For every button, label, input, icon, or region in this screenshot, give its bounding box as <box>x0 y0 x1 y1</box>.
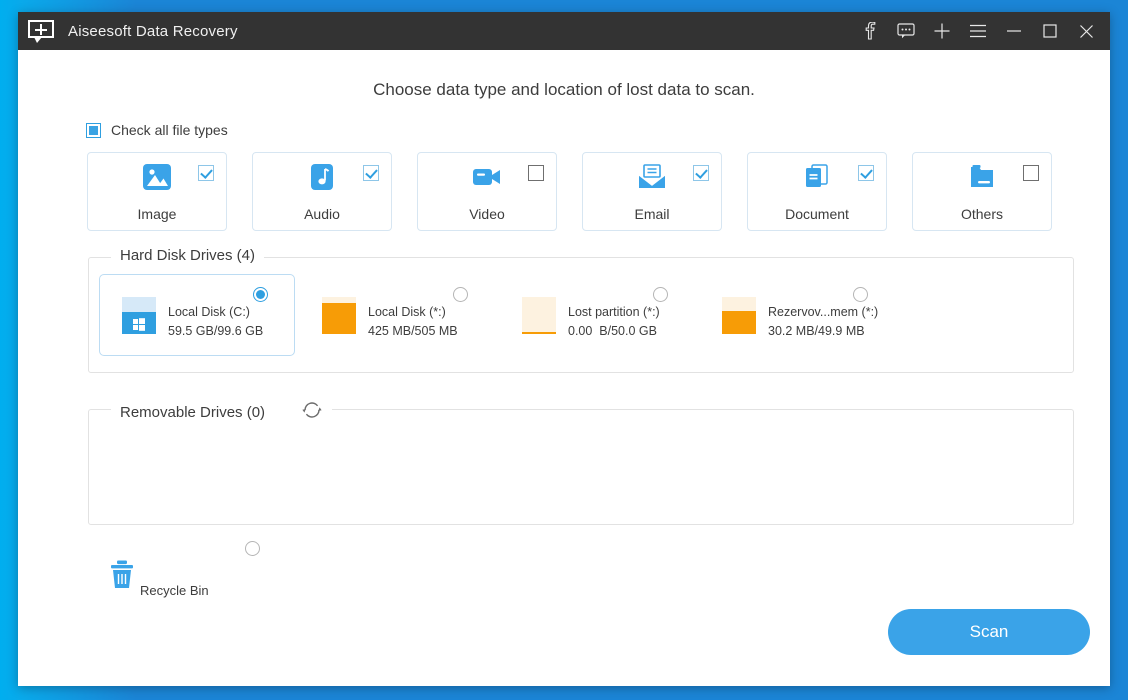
drive-size: 0.00 B/50.0 GB <box>568 324 657 338</box>
removable-drive-list <box>89 410 1073 524</box>
recycle-bin-radio[interactable] <box>245 541 260 556</box>
removable-drives-section: Removable Drives (0) <box>88 399 1074 525</box>
page-title: Choose data type and location of lost da… <box>373 80 755 99</box>
maximize-button[interactable] <box>1032 12 1068 50</box>
file-type-card-document[interactable]: Document <box>747 152 887 231</box>
scan-button[interactable]: Scan <box>888 609 1090 655</box>
window-controls <box>852 12 1110 50</box>
drive-size: 425 MB/505 MB <box>368 324 458 338</box>
hard-disk-drive-list: Local Disk (C:) 59.5 GB/99.6 GB Local Di… <box>89 258 1073 372</box>
drive-name: Local Disk (C:) <box>168 305 250 319</box>
minimize-button[interactable] <box>996 12 1032 50</box>
file-type-checkbox-video[interactable] <box>528 165 544 181</box>
title-bar: Aiseesoft Data Recovery <box>18 12 1110 50</box>
file-type-checkbox-audio[interactable] <box>363 165 379 181</box>
drive-name: Lost partition (*:) <box>568 305 660 319</box>
drive-size: 59.5 GB/99.6 GB <box>168 324 264 338</box>
drive-radio[interactable] <box>853 287 868 302</box>
document-icon <box>800 162 834 194</box>
file-type-card-video[interactable]: Video <box>417 152 557 231</box>
recycle-bin-icon <box>108 559 136 596</box>
audio-icon <box>305 162 339 194</box>
drive-name: Local Disk (*:) <box>368 305 446 319</box>
file-type-card-image[interactable]: Image <box>87 152 227 231</box>
drive-name: Rezervov...mem (*:) <box>768 305 879 319</box>
speech-bubble-plus-icon <box>28 20 56 43</box>
drive-info: Local Disk (C:) 59.5 GB/99.6 GB <box>168 289 263 341</box>
drive-radio[interactable] <box>653 287 668 302</box>
check-all-checkbox[interactable] <box>86 122 101 138</box>
removable-drives-label: Removable Drives (0) <box>120 403 266 421</box>
file-type-card-email[interactable]: Email <box>582 152 722 231</box>
drive-info: Lost partition (*:) 0.00 B/50.0 GB <box>568 289 660 341</box>
file-type-label: Others <box>960 206 1003 222</box>
drive-item[interactable]: Lost partition (*:) 0.00 B/50.0 GB <box>499 274 695 356</box>
email-icon <box>635 162 669 194</box>
recycle-bin-label: Recycle Bin <box>140 583 209 598</box>
file-type-label: Document <box>785 206 849 222</box>
close-button[interactable] <box>1068 12 1104 50</box>
main-content: Choose data type and location of lost da… <box>18 50 1110 686</box>
drive-item[interactable]: Local Disk (*:) 425 MB/505 MB <box>299 274 495 356</box>
removable-drives-legend: Removable Drives (0) <box>111 399 333 425</box>
menu-button[interactable] <box>960 12 996 50</box>
drive-icon <box>722 293 756 338</box>
file-type-checkbox-document[interactable] <box>858 165 874 181</box>
drive-size: 30.2 MB/49.9 MB <box>768 324 865 338</box>
drive-radio[interactable] <box>453 287 468 302</box>
drive-item[interactable]: Local Disk (C:) 59.5 GB/99.6 GB <box>99 274 295 356</box>
app-window: Aiseesoft Data Recovery Choose data type… <box>18 12 1110 686</box>
drive-info: Local Disk (*:) 425 MB/505 MB <box>368 289 458 341</box>
drive-radio[interactable] <box>253 287 268 302</box>
file-type-card-audio[interactable]: Audio <box>252 152 392 231</box>
drive-icon <box>322 293 356 338</box>
image-icon <box>140 162 174 194</box>
app-title: Aiseesoft Data Recovery <box>68 22 238 40</box>
feedback-button[interactable] <box>888 12 924 50</box>
refresh-icon[interactable] <box>301 399 323 425</box>
file-type-list: Image Audio Video Email Document Others <box>87 152 1110 231</box>
facebook-button[interactable] <box>852 12 888 50</box>
check-all-label: Check all file types <box>111 122 228 138</box>
file-type-label: Email <box>634 206 670 222</box>
file-type-checkbox-email[interactable] <box>693 165 709 181</box>
file-type-card-others[interactable]: Others <box>912 152 1052 231</box>
file-type-label: Audio <box>304 206 340 222</box>
check-all-file-types[interactable]: Check all file types <box>86 122 228 138</box>
file-type-checkbox-image[interactable] <box>198 165 214 181</box>
drive-item[interactable]: Rezervov...mem (*:) 30.2 MB/49.9 MB <box>699 274 895 356</box>
hard-disk-drives-label: Hard Disk Drives (4) <box>120 247 256 264</box>
file-type-checkbox-others[interactable] <box>1023 165 1039 181</box>
add-button[interactable] <box>924 12 960 50</box>
others-folder-icon <box>965 162 999 194</box>
file-type-label: Video <box>469 206 505 222</box>
hard-disk-drives-section: Hard Disk Drives (4) Local Disk (C:) 59.… <box>88 247 1074 373</box>
hard-disk-drives-legend: Hard Disk Drives (4) <box>111 247 265 264</box>
video-icon <box>470 162 504 194</box>
drive-icon <box>522 293 556 338</box>
windows-drive-icon <box>122 293 156 338</box>
recycle-bin-item[interactable]: Recycle Bin <box>88 541 288 603</box>
file-type-label: Image <box>137 206 177 222</box>
